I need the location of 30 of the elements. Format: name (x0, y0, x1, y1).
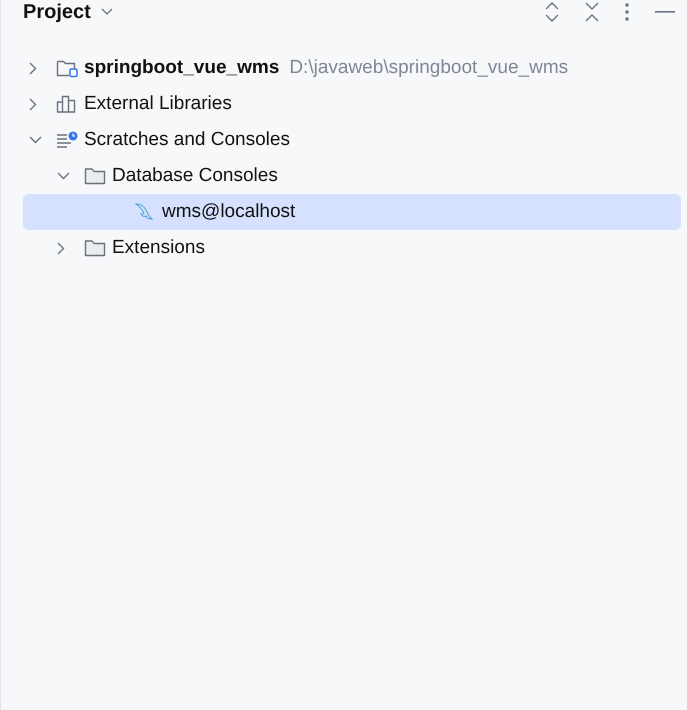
bar-chart-icon (56, 95, 76, 113)
chevron-down-icon[interactable] (100, 8, 113, 16)
lines-clock-icon (56, 131, 78, 149)
folder-icon (56, 58, 78, 78)
minimize-icon[interactable] (655, 11, 675, 13)
item-label: Scratches and Consoles (84, 129, 290, 151)
tree-item[interactable]: Scratches and Consoles (1, 122, 681, 158)
collapse-all-icon[interactable] (585, 2, 599, 22)
chevron-right-icon[interactable] (29, 62, 37, 74)
tree-item[interactable]: springboot_vue_wms D:\javaweb\springboot_vue_wms (1, 50, 681, 86)
item-label: springboot_vue_wms (84, 57, 280, 79)
folder-icon (84, 167, 106, 185)
tree-item[interactable]: External Libraries (1, 86, 681, 122)
item-label: wms@localhost (162, 201, 296, 223)
chevron-right-icon[interactable] (57, 242, 65, 254)
chevron-right-icon[interactable] (29, 98, 37, 110)
item-label: External Libraries (84, 93, 232, 115)
tree-item[interactable]: wms@localhost (23, 194, 681, 230)
item-label: Database Consoles (112, 165, 278, 187)
panel-title: Project (23, 0, 91, 24)
folder-icon (84, 239, 106, 257)
dolphin-icon (134, 202, 154, 222)
chevron-down-icon[interactable] (29, 136, 42, 144)
tree-item[interactable]: Extensions (1, 230, 681, 266)
chevron-down-icon[interactable] (57, 172, 70, 180)
expand-collapse-icon[interactable] (545, 2, 559, 22)
path-hint: D:\javaweb\springboot_vue_wms (289, 57, 568, 79)
item-label: Extensions (112, 237, 205, 259)
tree-item[interactable]: Database Consoles (1, 158, 681, 194)
more-options-icon[interactable] (625, 3, 629, 21)
